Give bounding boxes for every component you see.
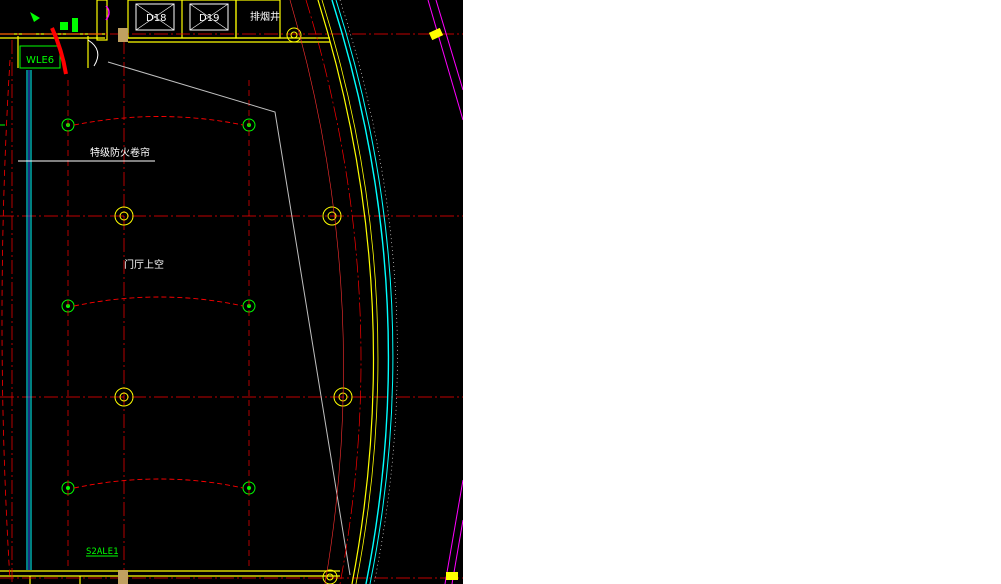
- red-pipe: [50, 27, 68, 75]
- fire-shutter-label: 特级防火卷帘: [90, 146, 150, 159]
- bottom-wall: [0, 570, 340, 584]
- elevator-d18: D18: [135, 3, 175, 31]
- grid-axes: [0, 33, 463, 584]
- left-arc: [1, 59, 11, 581]
- empty-area: [463, 0, 1001, 584]
- right-marker-bottom: [446, 572, 458, 580]
- column-marker-bottom: [118, 570, 128, 584]
- curved-facade: [289, 0, 398, 584]
- elevator-d18-label: D18: [146, 13, 166, 24]
- detector-row-3: [61, 478, 256, 495]
- columns: [114, 27, 353, 584]
- cad-canvas[interactable]: D18 D19 排烟井 WLE6 S2ALE1 特级防火卷帘 门厅上空: [0, 0, 463, 584]
- wle-tag-label: WLE6: [26, 55, 54, 66]
- smoke-shaft-label: 排烟井: [250, 10, 280, 23]
- s2ale-tag: S2ALE1: [86, 547, 119, 557]
- magenta-boundary: [427, 0, 463, 584]
- elevator-d19: D19: [189, 3, 229, 31]
- right-marker-top: [428, 27, 444, 41]
- wle-tag: WLE6: [19, 45, 61, 69]
- left-glazing: [26, 70, 32, 570]
- s2ale-tag-label: S2ALE1: [86, 547, 119, 557]
- column-marker-top: [118, 28, 128, 42]
- door-swing: [87, 39, 99, 67]
- detector-row-2: [61, 296, 256, 313]
- ceiling-boundary: [107, 61, 351, 576]
- elevator-d19-label: D19: [199, 13, 219, 24]
- hall-void-label: 门厅上空: [124, 258, 164, 271]
- cad-drawing-viewport[interactable]: D18 D19 排烟井 WLE6 S2ALE1 特级防火卷帘 门厅上空: [0, 0, 463, 584]
- detector-row-1: [0, 116, 256, 132]
